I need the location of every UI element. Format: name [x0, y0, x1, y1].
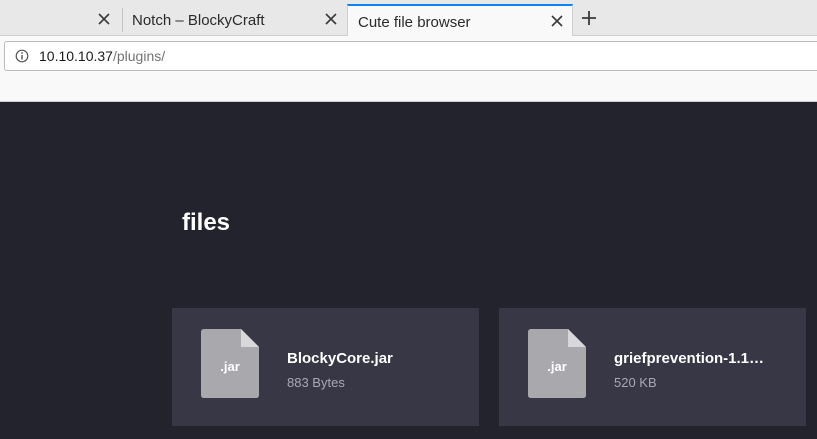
- file-size: 883 Bytes: [287, 375, 345, 390]
- plus-icon[interactable]: [580, 9, 598, 27]
- tab-label: Notch – BlockyCraft: [132, 12, 265, 29]
- tab-label: Cute file browser: [358, 14, 471, 31]
- file-name: griefprevention-1.1…: [614, 350, 765, 367]
- close-icon[interactable]: [550, 14, 564, 28]
- page-content: files .jar BlockyCore.jar 883 Bytes .jar…: [0, 103, 817, 439]
- info-icon[interactable]: [15, 49, 29, 63]
- url-path: /plugins/: [112, 48, 166, 64]
- file-name: BlockyCore.jar: [287, 350, 393, 367]
- tab-cute-file-browser[interactable]: Cute file browser: [347, 4, 573, 37]
- file-extension: .jar: [220, 359, 240, 374]
- close-icon[interactable]: [97, 12, 111, 26]
- page-heading: files: [182, 209, 231, 236]
- file-size: 520 KB: [614, 375, 657, 390]
- url-bar[interactable]: 10.10.10.37/plugins/: [4, 41, 817, 71]
- tab-blockycraft[interactable]: Notch – BlockyCraft: [122, 4, 347, 36]
- tab-strip: Notch – BlockyCraft Cute file browser: [0, 0, 817, 37]
- file-card[interactable]: .jar griefprevention-1.1… 520 KB: [499, 308, 806, 426]
- file-extension: .jar: [547, 359, 567, 374]
- file-card[interactable]: .jar BlockyCore.jar 883 Bytes: [172, 308, 479, 426]
- nav-bar: 10.10.10.37/plugins/: [0, 36, 817, 102]
- tab-untitled[interactable]: [0, 4, 122, 36]
- url-host: 10.10.10.37: [39, 48, 113, 64]
- close-icon[interactable]: [324, 12, 338, 26]
- url-text[interactable]: 10.10.10.37/plugins/: [39, 48, 165, 64]
